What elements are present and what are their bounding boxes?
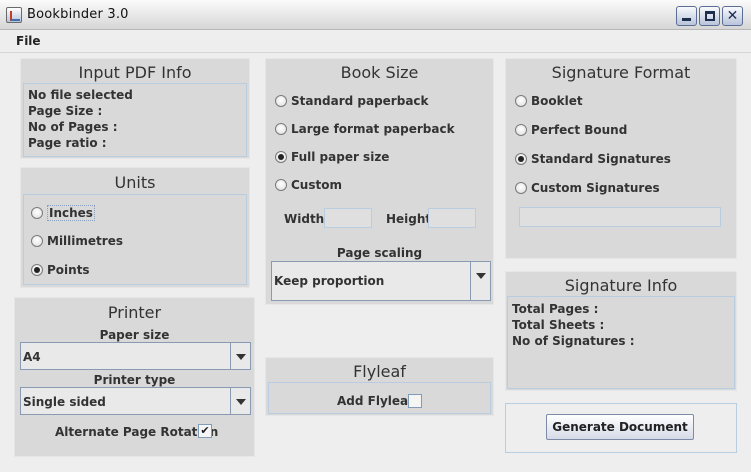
minimize-button[interactable] [676,6,697,26]
flyleaf-box: Add Flyleaf [268,382,491,414]
units-box: Inches Millimetres Points [23,194,247,285]
units-option-inches[interactable]: Inches [31,205,95,221]
signature-option-custom[interactable]: Custom Signatures [515,181,660,195]
units-option-millimetres[interactable]: Millimetres [31,234,123,248]
maximize-icon [705,11,715,21]
minimize-icon [682,18,691,21]
file-status-text: No file selected [28,88,133,102]
width-input[interactable] [324,208,372,228]
generate-document-button[interactable]: Generate Document [546,414,694,440]
book-size-radio-custom[interactable] [275,179,287,191]
printer-type-value: Single sided [23,395,106,409]
paper-size-select[interactable]: A4 [20,342,251,370]
height-label: Height [386,212,432,226]
units-radio-millimetres[interactable] [31,235,43,247]
book-size-label-custom: Custom [291,178,342,192]
chevron-down-icon[interactable] [230,388,250,414]
maximize-button[interactable] [699,6,720,26]
signature-radio-perfect-bound[interactable] [515,124,527,136]
page-scaling-label: Page scaling [336,246,423,260]
printer-panel: Printer Paper size A4 Printer type Singl… [14,297,255,457]
menu-file[interactable]: File [16,34,41,48]
book-size-option-full[interactable]: Full paper size [275,150,389,164]
units-title: Units [114,173,156,192]
units-radio-points[interactable] [31,264,43,276]
close-button[interactable]: ✕ [722,6,743,26]
signature-format-panel: Signature Format Booklet Perfect Bound S… [505,58,737,259]
signature-label-standard: Standard Signatures [531,152,671,166]
signature-radio-standard[interactable] [515,153,527,165]
units-label-inches: Inches [47,205,95,221]
signature-radio-booklet[interactable] [515,95,527,107]
units-radio-inches[interactable] [31,207,43,219]
book-size-label-standard: Standard paperback [291,94,429,108]
chevron-down-icon[interactable] [470,262,490,300]
menu-bar: File [0,31,751,53]
units-label-points: Points [47,263,90,277]
signature-option-standard[interactable]: Standard Signatures [515,152,671,166]
paper-size-label: Paper size [99,328,170,342]
window-title: Bookbinder 3.0 [27,7,129,22]
chevron-down-icon[interactable] [230,343,250,369]
printer-type-select[interactable]: Single sided [20,387,251,415]
book-size-option-large[interactable]: Large format paperback [275,122,455,136]
page-count-text: No of Pages : [28,120,118,134]
alternate-rotation-checkbox[interactable]: ✔ [198,424,212,438]
input-pdf-info-title: Input PDF Info [78,63,192,82]
printer-title: Printer [107,303,162,322]
signature-label-custom: Custom Signatures [531,181,660,195]
total-pages-text: Total Pages : [512,302,599,316]
page-scaling-select[interactable]: Keep proportion [271,261,491,301]
book-size-label-full: Full paper size [291,150,390,164]
add-flyleaf-checkbox[interactable] [408,394,422,408]
units-option-points[interactable]: Points [31,263,90,277]
book-size-panel: Book Size Standard paperback Large forma… [265,58,494,305]
page-scaling-value: Keep proportion [274,274,385,288]
signature-option-booklet[interactable]: Booklet [515,94,583,108]
input-pdf-info-panel: Input PDF Info No file selected Page Siz… [20,58,250,159]
book-size-option-custom[interactable]: Custom [275,178,342,192]
printer-type-label: Printer type [93,373,176,387]
alternate-rotation-label: Alternate Page Rotation [55,425,219,439]
flyleaf-title: Flyleaf [353,362,406,381]
page-ratio-text: Page ratio : [28,136,107,150]
signature-label-booklet: Booklet [531,94,583,108]
signature-info-box: Total Pages : Total Sheets : No of Signa… [507,296,735,389]
book-size-label-large: Large format paperback [291,122,455,136]
input-pdf-info-box: No file selected Page Size : No of Pages… [23,83,247,157]
flyleaf-panel: Flyleaf Add Flyleaf [265,357,494,416]
add-flyleaf-label: Add Flyleaf [337,394,414,408]
app-icon [6,7,22,23]
signature-option-perfect-bound[interactable]: Perfect Bound [515,123,627,137]
width-label: Width [284,212,325,226]
book-size-option-standard[interactable]: Standard paperback [275,94,429,108]
units-panel: Units Inches Millimetres Points [20,167,250,288]
signature-info-panel: Signature Info Total Pages : Total Sheet… [505,271,737,391]
height-input[interactable] [428,208,476,228]
book-size-radio-standard[interactable] [275,95,287,107]
book-size-radio-full[interactable] [275,151,287,163]
signature-count-text: No of Signatures : [512,334,635,348]
generate-area: Generate Document [505,403,737,453]
signature-label-perfect-bound: Perfect Bound [531,123,628,137]
book-size-title: Book Size [340,63,419,82]
signature-info-title: Signature Info [564,276,678,295]
signature-format-title: Signature Format [551,63,691,82]
title-bar[interactable]: Bookbinder 3.0 ✕ [0,0,751,30]
signature-radio-custom[interactable] [515,182,527,194]
paper-size-value: A4 [23,350,41,364]
close-icon: ✕ [726,8,739,24]
units-label-millimetres: Millimetres [47,234,123,248]
book-size-radio-large[interactable] [275,123,287,135]
custom-signature-input[interactable] [519,207,721,227]
page-size-text: Page Size : [28,104,103,118]
total-sheets-text: Total Sheets : [512,318,605,332]
